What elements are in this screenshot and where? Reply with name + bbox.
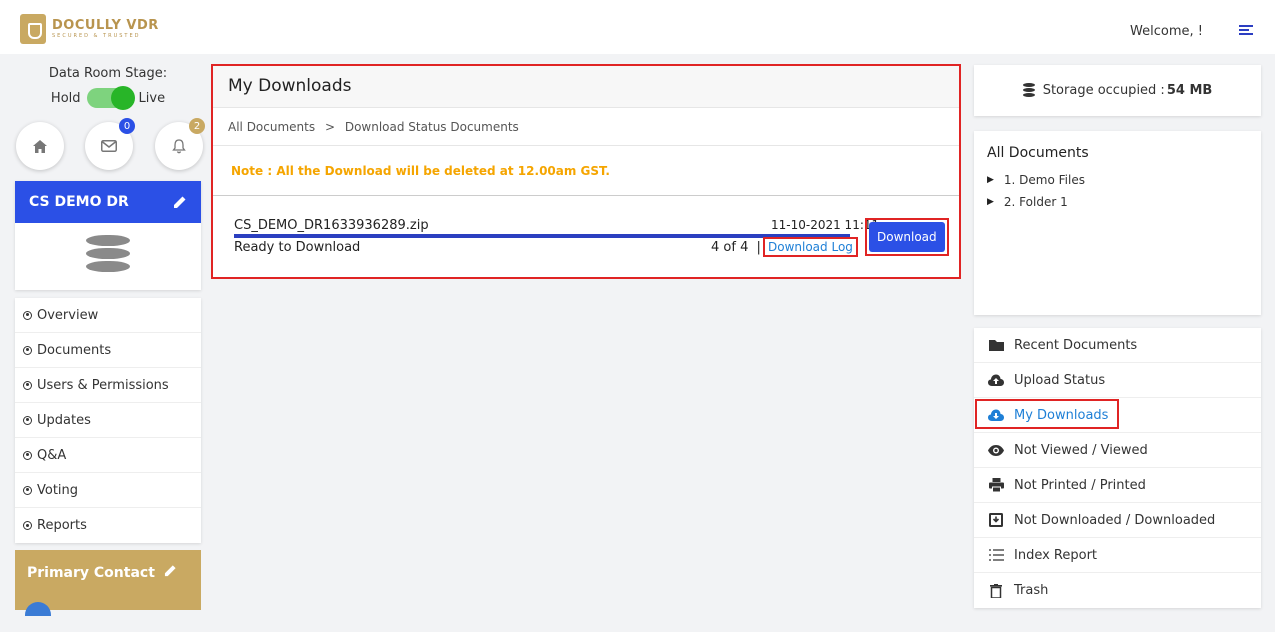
- database-icon: [86, 235, 130, 272]
- toggle-hold-label: Hold: [50, 90, 81, 106]
- eye-icon: [988, 442, 1004, 458]
- breadcrumb-current: Download Status Documents: [344, 120, 519, 134]
- notification-badge: 2: [189, 118, 205, 134]
- messages-button[interactable]: 0: [85, 118, 135, 170]
- top-bar: DOCULLY VDR SECURED & TRUSTED Welcome, !: [0, 0, 1275, 54]
- storage-label: Storage occupied :: [1042, 83, 1165, 98]
- dataroom-name: CS DEMO DR: [29, 194, 129, 210]
- sidebar-item-updates[interactable]: Updates: [15, 403, 201, 438]
- download-box-icon: [988, 512, 1004, 528]
- edit-pencil-icon[interactable]: [164, 564, 177, 577]
- logo-tagline: SECURED & TRUSTED: [52, 33, 141, 39]
- stage-toggle-row: Hold Live: [15, 86, 201, 110]
- download-button[interactable]: Download: [869, 222, 945, 252]
- tree-item[interactable]: ▶ 2. Folder 1: [987, 195, 1248, 209]
- dataroom-header: CS DEMO DR: [15, 181, 201, 223]
- stage-label: Data Room Stage:: [48, 66, 168, 81]
- primary-contact-card: Primary Contact: [15, 550, 201, 616]
- download-log-link[interactable]: Download Log: [763, 237, 858, 257]
- folder-icon: [988, 337, 1004, 353]
- bullet-icon: [23, 485, 32, 495]
- bullet-icon: [23, 521, 32, 530]
- tree-item[interactable]: ▶ 1. Demo Files: [987, 173, 1248, 187]
- shield-logo-icon: [20, 14, 46, 44]
- bullet-icon: [23, 380, 32, 390]
- breadcrumb-separator: >: [324, 120, 336, 134]
- dataroom-card: CS DEMO DR: [15, 181, 201, 290]
- bell-icon: [172, 138, 186, 153]
- stage-toggle[interactable]: [86, 86, 135, 110]
- menu-trash[interactable]: Trash: [974, 573, 1261, 608]
- download-date: 11-10-2021 11:11: [771, 218, 880, 232]
- storage-value: 54 MB: [1166, 83, 1213, 98]
- trash-icon: [988, 583, 1004, 599]
- caret-right-icon: ▶: [987, 197, 994, 207]
- list-icon: [988, 547, 1004, 563]
- hamburger-menu-icon[interactable]: [1239, 25, 1253, 36]
- sidebar-item-users-permissions[interactable]: Users & Permissions: [15, 368, 201, 403]
- menu-downloaded[interactable]: Not Downloaded / Downloaded: [974, 503, 1261, 538]
- toggle-live-label: Live: [138, 90, 166, 106]
- logo-text: DOCULLY VDR: [52, 18, 159, 33]
- active-highlight: [975, 399, 1119, 429]
- tree-title[interactable]: All Documents: [987, 145, 1248, 161]
- app-logo[interactable]: DOCULLY VDR SECURED & TRUSTED: [20, 14, 159, 44]
- sidebar-item-qa[interactable]: Q&A: [15, 438, 201, 473]
- menu-recent-documents[interactable]: Recent Documents: [974, 328, 1261, 363]
- document-tree: All Documents ▶ 1. Demo Files ▶ 2. Folder …: [974, 131, 1261, 315]
- sidebar-item-documents[interactable]: Documents: [15, 333, 201, 368]
- home-button[interactable]: [16, 122, 64, 170]
- my-downloads-panel: My Downloads All Documents > Download St…: [211, 64, 961, 279]
- contact-avatar: [25, 602, 51, 616]
- bullet-icon: [23, 415, 32, 425]
- mail-badge: 0: [119, 118, 135, 134]
- bullet-icon: [23, 450, 32, 460]
- notifications-button[interactable]: 2: [155, 118, 205, 170]
- home-icon: [33, 139, 47, 153]
- menu-viewed[interactable]: Not Viewed / Viewed: [974, 433, 1261, 468]
- bullet-icon: [23, 310, 32, 320]
- deletion-note: Note : All the Download will be deleted …: [213, 146, 959, 196]
- sidebar-item-reports[interactable]: Reports: [15, 508, 201, 543]
- download-progress-bar: [234, 234, 850, 238]
- breadcrumb: All Documents > Download Status Document…: [213, 108, 959, 146]
- reports-menu: Recent Documents Upload Status My Downlo…: [974, 328, 1261, 608]
- primary-contact-header: Primary Contact: [15, 550, 201, 595]
- storage-card: Storage occupied : 54 MB: [974, 65, 1261, 116]
- sidebar-nav: Overview Documents Users & Permissions U…: [15, 298, 201, 543]
- menu-printed[interactable]: Not Printed / Printed: [974, 468, 1261, 503]
- bullet-icon: [23, 345, 32, 355]
- database-icon: [1022, 83, 1035, 98]
- mail-icon: [101, 140, 117, 152]
- printer-icon: [988, 477, 1004, 493]
- download-button-highlight: Download: [865, 218, 949, 256]
- download-status: Ready to Download: [234, 240, 361, 255]
- download-row: CS_DEMO_DR1633936289.zip 11-10-2021 11:1…: [213, 196, 959, 276]
- menu-index-report[interactable]: Index Report: [974, 538, 1261, 573]
- download-filename: CS_DEMO_DR1633936289.zip: [234, 218, 429, 233]
- cloud-upload-icon: [988, 372, 1004, 388]
- menu-upload-status[interactable]: Upload Status: [974, 363, 1261, 398]
- sidebar-item-voting[interactable]: Voting: [15, 473, 201, 508]
- breadcrumb-all-documents[interactable]: All Documents: [228, 120, 315, 134]
- download-count: 4 of 4 |: [711, 240, 761, 255]
- menu-my-downloads[interactable]: My Downloads: [974, 398, 1261, 433]
- sidebar-item-overview[interactable]: Overview: [15, 298, 201, 333]
- edit-pencil-icon[interactable]: [173, 195, 187, 209]
- welcome-text[interactable]: Welcome, !: [1130, 24, 1203, 39]
- page-title: My Downloads: [213, 66, 959, 108]
- caret-right-icon: ▶: [987, 175, 994, 185]
